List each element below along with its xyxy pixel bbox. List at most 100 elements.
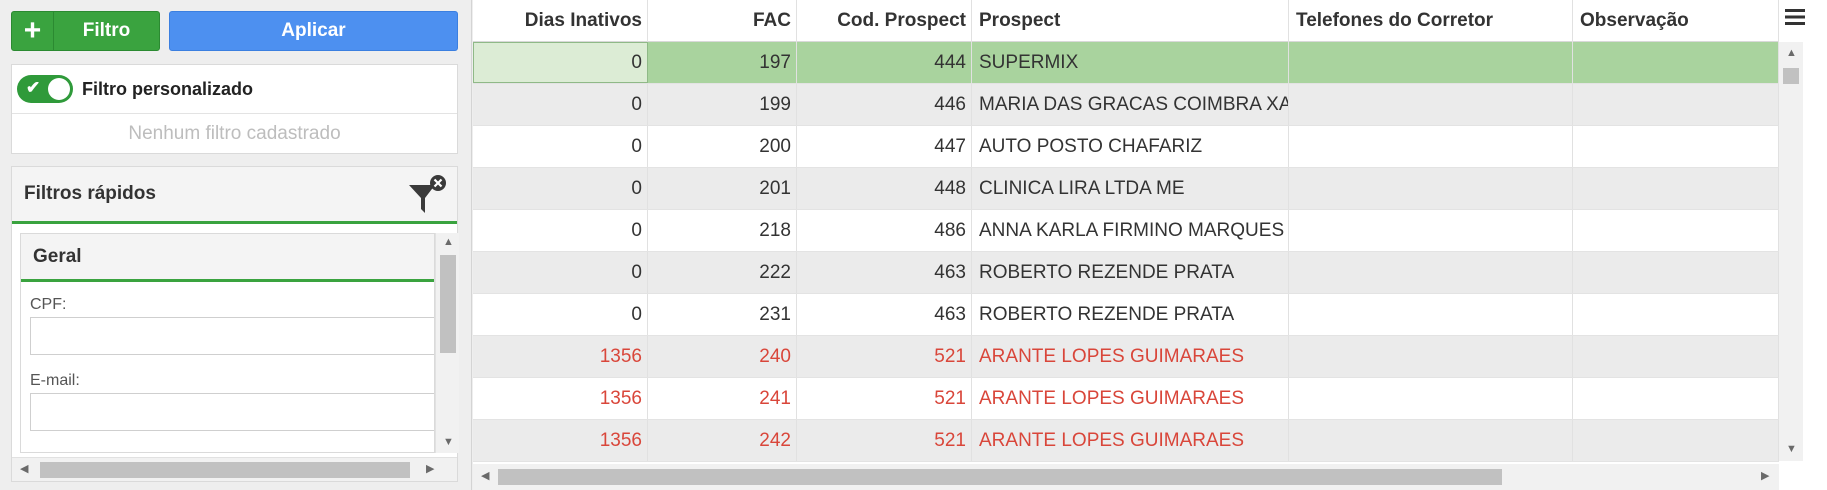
- column-header-dias-inativos[interactable]: Dias Inativos: [473, 0, 648, 42]
- scroll-down-arrow-icon[interactable]: ▼: [443, 437, 454, 448]
- table-row[interactable]: 0 218 486 ANNA KARLA FIRMINO MARQUES: [473, 210, 1779, 252]
- cell-telefones[interactable]: [1289, 126, 1573, 167]
- cell-telefones[interactable]: [1289, 420, 1573, 461]
- column-header-cod-prospect[interactable]: Cod. Prospect: [797, 0, 972, 42]
- column-header-fac[interactable]: FAC: [648, 0, 797, 42]
- cell-cod-prospect[interactable]: 446: [797, 84, 972, 125]
- cell-fac[interactable]: 199: [648, 84, 797, 125]
- cell-dias-inativos[interactable]: 0: [473, 294, 648, 335]
- cell-observacao[interactable]: [1573, 294, 1779, 335]
- cell-dias-inativos[interactable]: 1356: [473, 420, 648, 461]
- hamburger-menu-icon[interactable]: [1779, 0, 1827, 42]
- general-group-header[interactable]: Geral: [21, 234, 434, 282]
- cell-cod-prospect[interactable]: 448: [797, 168, 972, 209]
- cell-fac[interactable]: 197: [648, 42, 797, 83]
- cell-prospect[interactable]: ARANTE LOPES GUIMARAES: [972, 420, 1289, 461]
- cell-dias-inativos[interactable]: 0: [473, 252, 648, 293]
- cell-fac[interactable]: 241: [648, 378, 797, 419]
- cell-fac[interactable]: 218: [648, 210, 797, 251]
- table-row[interactable]: 1356 242 521 ARANTE LOPES GUIMARAES: [473, 420, 1779, 462]
- add-filter-button[interactable]: + Filtro: [11, 11, 160, 51]
- scroll-up-arrow-icon[interactable]: ▲: [1786, 48, 1797, 59]
- cell-cod-prospect[interactable]: 447: [797, 126, 972, 167]
- cell-observacao[interactable]: [1573, 126, 1779, 167]
- cell-dias-inativos[interactable]: 0: [473, 84, 648, 125]
- cell-dias-inativos[interactable]: 1356: [473, 336, 648, 377]
- quick-filters-horizontal-scrollbar[interactable]: ◀ ▶: [12, 457, 457, 481]
- cell-observacao[interactable]: [1573, 168, 1779, 209]
- cell-cod-prospect[interactable]: 521: [797, 378, 972, 419]
- column-header-telefones[interactable]: Telefones do Corretor: [1289, 0, 1573, 42]
- cell-fac[interactable]: 231: [648, 294, 797, 335]
- cell-prospect[interactable]: ARANTE LOPES GUIMARAES: [972, 378, 1289, 419]
- grid-horizontal-scrollbar[interactable]: ◀ ▶: [473, 464, 1779, 490]
- scroll-right-arrow-icon[interactable]: ▶: [426, 464, 434, 475]
- cell-observacao[interactable]: [1573, 84, 1779, 125]
- table-row[interactable]: 0 201 448 CLINICA LIRA LTDA ME: [473, 168, 1779, 210]
- cell-prospect[interactable]: ROBERTO REZENDE PRATA: [972, 252, 1289, 293]
- cell-fac[interactable]: 240: [648, 336, 797, 377]
- table-row[interactable]: 0 231 463 ROBERTO REZENDE PRATA: [473, 294, 1779, 336]
- cell-fac[interactable]: 222: [648, 252, 797, 293]
- column-header-prospect[interactable]: Prospect: [972, 0, 1289, 42]
- scroll-up-arrow-icon[interactable]: ▲: [443, 237, 454, 248]
- cell-prospect[interactable]: AUTO POSTO CHAFARIZ: [972, 126, 1289, 167]
- cell-prospect[interactable]: ROBERTO REZENDE PRATA: [972, 294, 1289, 335]
- cell-telefones[interactable]: [1289, 252, 1573, 293]
- scrollbar-thumb[interactable]: [1783, 68, 1799, 84]
- cell-observacao[interactable]: [1573, 252, 1779, 293]
- cell-telefones[interactable]: [1289, 168, 1573, 209]
- cell-prospect[interactable]: MARIA DAS GRACAS COIMBRA XAVIER: [972, 84, 1289, 125]
- cell-prospect[interactable]: ANNA KARLA FIRMINO MARQUES: [972, 210, 1289, 251]
- cell-observacao[interactable]: [1573, 378, 1779, 419]
- cell-dias-inativos[interactable]: 0: [473, 210, 648, 251]
- cell-telefones[interactable]: [1289, 378, 1573, 419]
- table-row[interactable]: 1356 241 521 ARANTE LOPES GUIMARAES: [473, 378, 1779, 420]
- cell-telefones[interactable]: [1289, 294, 1573, 335]
- cell-prospect[interactable]: CLINICA LIRA LTDA ME: [972, 168, 1289, 209]
- cell-observacao[interactable]: [1573, 42, 1779, 83]
- cell-cod-prospect[interactable]: 444: [797, 42, 972, 83]
- cell-fac[interactable]: 201: [648, 168, 797, 209]
- scroll-right-arrow-icon[interactable]: ▶: [1761, 471, 1769, 482]
- cell-fac[interactable]: 242: [648, 420, 797, 461]
- cell-observacao[interactable]: [1573, 210, 1779, 251]
- email-input[interactable]: [30, 393, 434, 431]
- cell-dias-inativos[interactable]: 0: [473, 126, 648, 167]
- cell-telefones[interactable]: [1289, 336, 1573, 377]
- table-row[interactable]: 1356 240 521 ARANTE LOPES GUIMARAES: [473, 336, 1779, 378]
- cell-telefones[interactable]: [1289, 210, 1573, 251]
- cell-dias-inativos[interactable]: 0: [473, 42, 648, 83]
- table-row[interactable]: 0 222 463 ROBERTO REZENDE PRATA: [473, 252, 1779, 294]
- cell-observacao[interactable]: [1573, 420, 1779, 461]
- cell-cod-prospect[interactable]: 521: [797, 336, 972, 377]
- grid-vertical-scrollbar[interactable]: ▲ ▼: [1779, 42, 1803, 461]
- cell-cod-prospect[interactable]: 486: [797, 210, 972, 251]
- cell-fac[interactable]: 200: [648, 126, 797, 167]
- apply-button[interactable]: Aplicar: [169, 11, 458, 51]
- cell-dias-inativos[interactable]: 1356: [473, 378, 648, 419]
- cpf-input[interactable]: [30, 317, 434, 355]
- cell-prospect[interactable]: ARANTE LOPES GUIMARAES: [972, 336, 1289, 377]
- table-row[interactable]: 0 200 447 AUTO POSTO CHAFARIZ: [473, 126, 1779, 168]
- cell-cod-prospect[interactable]: 521: [797, 420, 972, 461]
- filter-clear-icon[interactable]: [407, 173, 447, 217]
- scrollbar-thumb[interactable]: [440, 255, 456, 353]
- scroll-left-arrow-icon[interactable]: ◀: [20, 464, 28, 475]
- scroll-down-arrow-icon[interactable]: ▼: [1786, 444, 1797, 455]
- cell-dias-inativos[interactable]: 0: [473, 168, 648, 209]
- cell-cod-prospect[interactable]: 463: [797, 252, 972, 293]
- scroll-left-arrow-icon[interactable]: ◀: [481, 471, 489, 482]
- quick-filters-vertical-scrollbar[interactable]: ▲ ▼: [435, 233, 459, 453]
- cell-prospect[interactable]: SUPERMIX: [972, 42, 1289, 83]
- cell-cod-prospect[interactable]: 463: [797, 294, 972, 335]
- column-header-observacao[interactable]: Observação: [1573, 0, 1779, 42]
- custom-filter-toggle[interactable]: ✔: [17, 75, 73, 103]
- cell-telefones[interactable]: [1289, 42, 1573, 83]
- cell-observacao[interactable]: [1573, 336, 1779, 377]
- table-row[interactable]: 0 197 444 SUPERMIX: [473, 42, 1779, 84]
- scrollbar-thumb[interactable]: [40, 462, 410, 478]
- cell-telefones[interactable]: [1289, 84, 1573, 125]
- table-row[interactable]: 0199446MARIA DAS GRACAS COIMBRA XAVIER: [473, 84, 1779, 126]
- scrollbar-thumb[interactable]: [498, 469, 1502, 485]
